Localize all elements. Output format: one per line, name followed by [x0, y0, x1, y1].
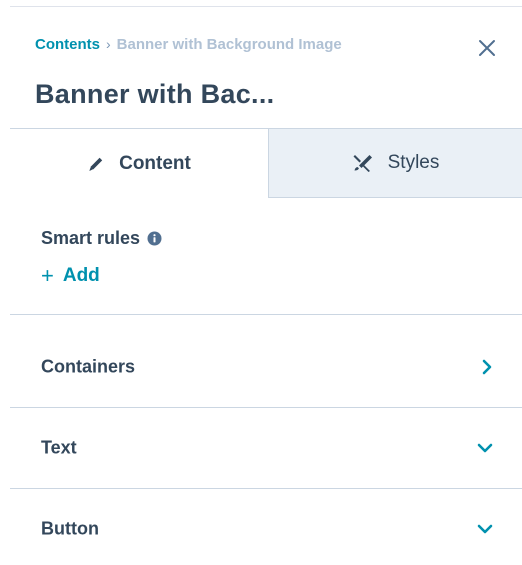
section-divider	[10, 314, 522, 315]
tab-styles[interactable]: Styles	[269, 129, 522, 198]
paintbrush-icon	[352, 153, 374, 173]
section-button[interactable]: Button	[10, 489, 522, 565]
add-label: Add	[62, 265, 100, 286]
breadcrumb: Contents › Banner with Background Image	[35, 35, 342, 54]
info-icon[interactable]	[147, 231, 162, 246]
page-title: Banner with Bac...	[35, 79, 275, 109]
panel-header: Contents › Banner with Background Image Ba…	[10, 7, 522, 129]
tab-content-label: Content	[119, 152, 191, 174]
chevron-down-icon	[476, 523, 494, 535]
tab-content[interactable]: Content	[10, 129, 269, 198]
tab-bar: Content Styles	[10, 129, 522, 198]
smart-rules-heading: Smart rules	[41, 227, 162, 249]
close-icon	[479, 40, 495, 56]
sidebar-panel: Contents › Banner with Background Image Ba…	[0, 0, 522, 565]
section-label: Button	[41, 518, 99, 539]
section-label: Containers	[41, 356, 136, 377]
breadcrumb-current: Banner with Background Image	[116, 36, 342, 53]
tab-styles-label: Styles	[387, 152, 440, 173]
pencil-icon	[87, 155, 105, 173]
chevron-down-icon	[476, 442, 494, 454]
section-label: Text	[41, 437, 77, 458]
section-containers[interactable]: Containers	[10, 327, 522, 407]
plus-icon: +	[41, 263, 54, 288]
breadcrumb-link-contents[interactable]: Contents	[35, 36, 100, 53]
section-text[interactable]: Text	[10, 408, 522, 488]
add-smart-rule-button[interactable]: + Add	[41, 264, 100, 288]
breadcrumb-separator: ›	[106, 36, 111, 52]
close-button[interactable]	[476, 37, 498, 59]
smart-rules-label: Smart rules	[41, 228, 141, 248]
chevron-right-icon	[480, 359, 494, 375]
